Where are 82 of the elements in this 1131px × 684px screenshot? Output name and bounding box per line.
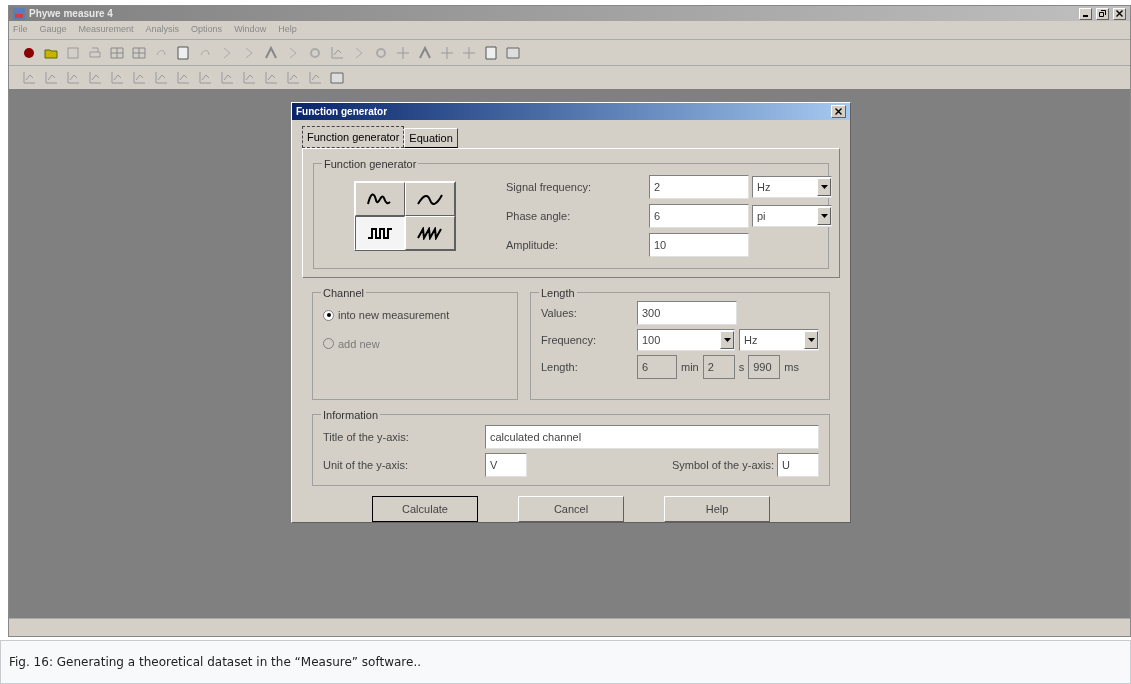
- dialog-button[interactable]: Cancel: [518, 496, 624, 522]
- minimize-button[interactable]: [1079, 7, 1092, 20]
- sawtooth-wave-icon: [417, 226, 443, 240]
- unit-label: min: [681, 359, 699, 375]
- caret-icon: [820, 214, 828, 218]
- print-icon[interactable]: [87, 44, 103, 61]
- input-field[interactable]: V: [485, 453, 527, 477]
- close-icon: [835, 108, 842, 115]
- caption: Fig. 16: Generating a theoretical dataset in the “Measure” software..: [9, 654, 422, 672]
- dropdown-button[interactable]: [804, 331, 818, 349]
- input-field[interactable]: 6: [649, 204, 749, 228]
- dropdown[interactable]: 100: [637, 329, 735, 351]
- axis-icon[interactable]: [87, 69, 103, 86]
- axis-icon[interactable]: [131, 69, 147, 86]
- dropdown[interactable]: Hz: [739, 329, 819, 351]
- dropdown[interactable]: Hz: [752, 176, 832, 198]
- sine-wave-icon: [367, 192, 393, 206]
- close-icon: [1116, 10, 1123, 17]
- input-field[interactable]: 300: [637, 301, 737, 325]
- axis-icon[interactable]: [219, 69, 235, 86]
- axis-icon[interactable]: [329, 44, 345, 61]
- restore-button[interactable]: [1096, 7, 1109, 20]
- field-label: Length:: [541, 359, 579, 375]
- input-field[interactable]: calculated channel: [485, 425, 819, 449]
- caret-icon: [807, 338, 815, 342]
- cross-icon[interactable]: [439, 44, 455, 61]
- close-button[interactable]: [831, 105, 846, 118]
- triangle-wave-icon: [417, 192, 443, 206]
- radio-label: add new: [338, 336, 380, 352]
- input-field[interactable]: U: [777, 453, 819, 477]
- tab[interactable]: Function generator: [302, 126, 405, 148]
- readonly-field: 2: [702, 355, 735, 379]
- tab[interactable]: Equation: [404, 128, 458, 148]
- readonly-field: 6: [637, 355, 677, 379]
- field-label: Values:: [541, 305, 578, 321]
- cross-icon[interactable]: [461, 44, 477, 61]
- grid-icon[interactable]: [131, 44, 147, 61]
- axis-icon[interactable]: [307, 69, 323, 86]
- radio-label: into new measurement: [338, 308, 450, 323]
- unit-label: ms: [784, 359, 799, 375]
- window-title: Phywe measure 4: [29, 7, 114, 21]
- field-label: Phase angle:: [506, 208, 572, 224]
- axis-icon[interactable]: [109, 69, 125, 86]
- dialog-button[interactable]: Calculate: [372, 496, 478, 522]
- waveform-button[interactable]: [355, 216, 405, 250]
- axis-icon[interactable]: [285, 69, 301, 86]
- field-label: Symbol of the y-axis:: [671, 457, 774, 473]
- dropdown-button[interactable]: [817, 178, 831, 196]
- input-field[interactable]: 10: [649, 233, 749, 257]
- square-wave-icon: [367, 226, 393, 240]
- close-button[interactable]: [1113, 7, 1126, 20]
- readonly-field: 990: [748, 355, 781, 379]
- axis-icon[interactable]: [153, 69, 169, 86]
- caret-icon: [723, 338, 731, 342]
- axis-icon[interactable]: [43, 69, 59, 86]
- axis-icon[interactable]: [263, 69, 279, 86]
- caret-icon: [820, 185, 828, 189]
- peak-icon[interactable]: [417, 44, 433, 61]
- axis-icon[interactable]: [65, 69, 81, 86]
- unit-label: s: [738, 359, 745, 375]
- dropdown-button[interactable]: [720, 331, 734, 349]
- field-label: Unit of the y-axis:: [323, 457, 409, 473]
- dialog-title: Function generator: [296, 105, 389, 119]
- app-icon: [13, 7, 25, 20]
- input-field[interactable]: 2: [649, 175, 749, 199]
- axis-icon[interactable]: [241, 69, 257, 86]
- grid-icon[interactable]: [109, 44, 125, 61]
- field-label: Title of the y-axis:: [323, 429, 410, 445]
- axis-icon[interactable]: [175, 69, 191, 86]
- radio-button[interactable]: [323, 309, 334, 321]
- dropdown-button[interactable]: [817, 207, 831, 225]
- field-label: Frequency:: [541, 332, 598, 348]
- dropdown[interactable]: pi: [752, 205, 832, 227]
- peak-icon[interactable]: [263, 44, 279, 61]
- minimize-icon: [1083, 14, 1088, 17]
- dialog-button[interactable]: Help: [664, 496, 770, 522]
- axis-icon[interactable]: [197, 69, 213, 86]
- restore-icon: [1099, 10, 1106, 17]
- axis-icon[interactable]: [21, 69, 37, 86]
- field-label: Signal frequency:: [506, 179, 592, 195]
- cross-icon[interactable]: [395, 44, 411, 61]
- field-label: Amplitude:: [506, 237, 559, 253]
